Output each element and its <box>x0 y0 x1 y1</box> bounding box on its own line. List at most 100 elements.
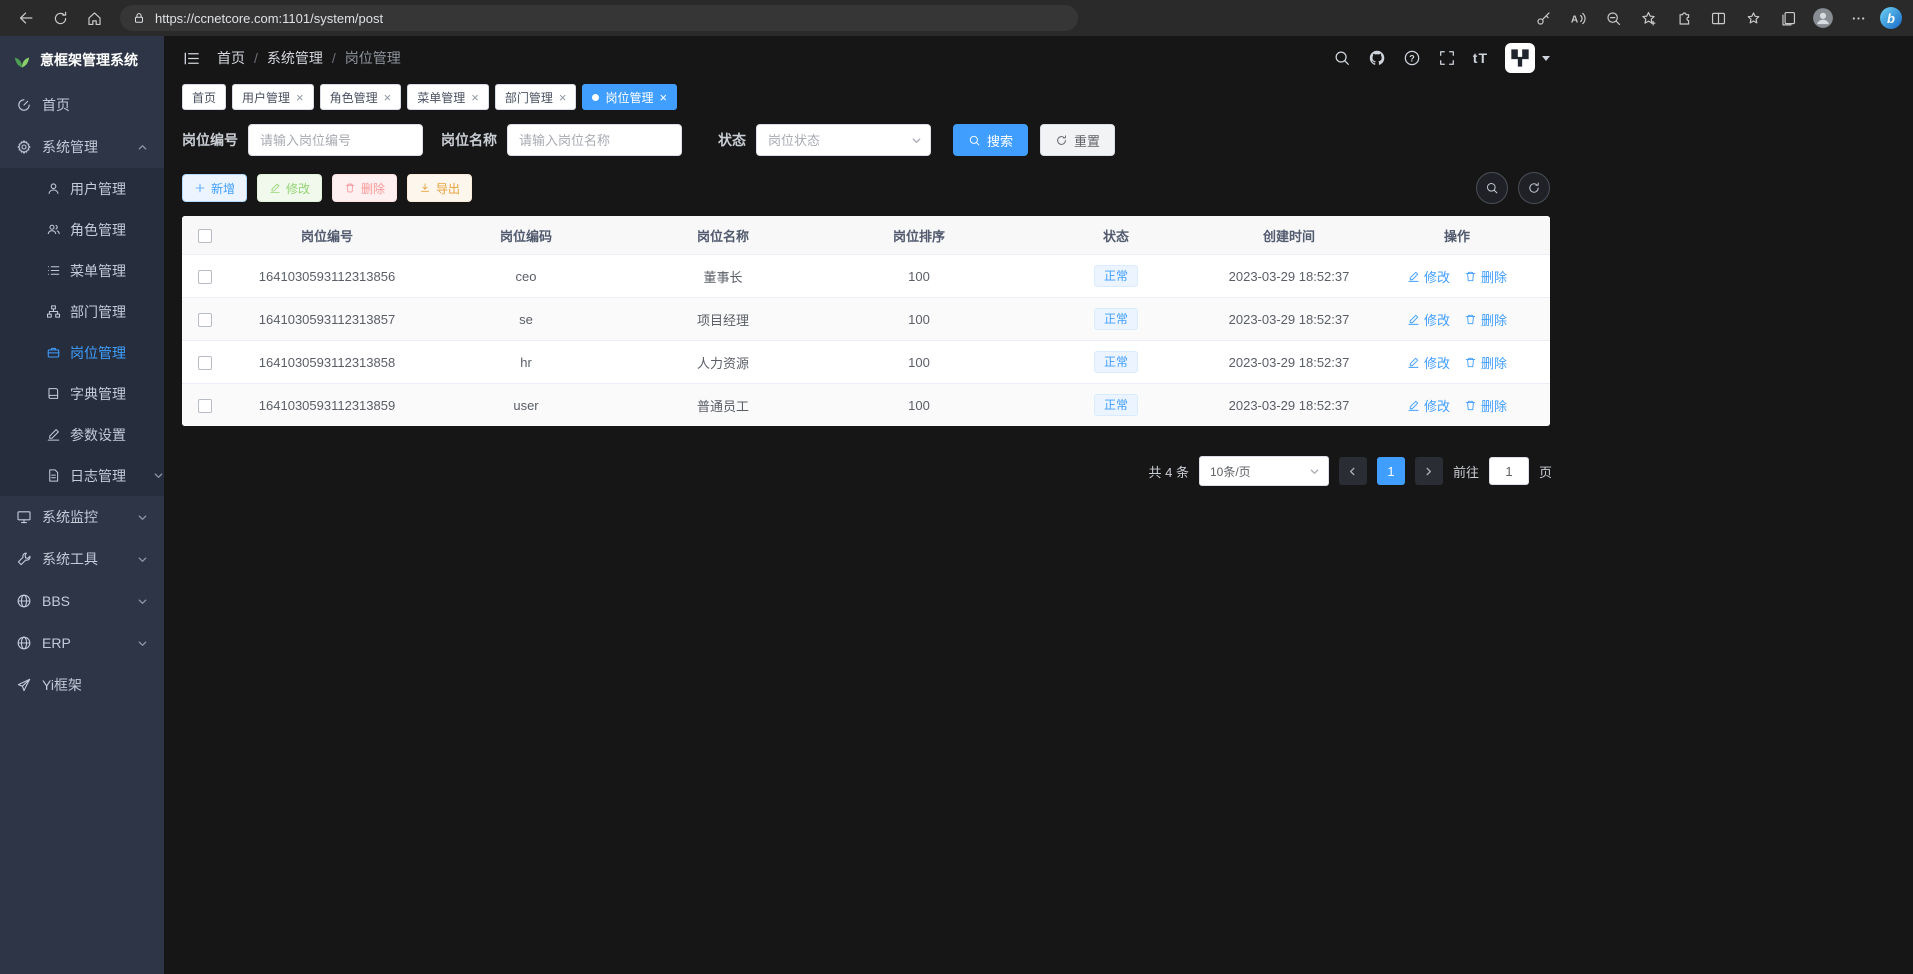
post-name-input[interactable] <box>507 124 682 156</box>
sidebar-item-monitor[interactable]: 系统监控 <box>0 496 164 538</box>
chevron-right-icon <box>1423 466 1434 477</box>
extensions-icon[interactable] <box>1669 4 1697 32</box>
read-aloud-icon[interactable]: A <box>1564 4 1592 32</box>
row-edit-link[interactable]: 修改 <box>1407 353 1450 372</box>
row-checkbox[interactable] <box>198 270 212 284</box>
sidebar-item-tools[interactable]: 系统工具 <box>0 538 164 580</box>
hamburger-icon <box>182 49 201 68</box>
tab-role-mgmt[interactable]: 角色管理× <box>320 84 402 110</box>
sidebar-item-post-mgmt[interactable]: 岗位管理 <box>0 332 164 373</box>
sidebar-item-home[interactable]: 首页 <box>0 84 164 126</box>
row-delete-link[interactable]: 删除 <box>1464 353 1507 372</box>
row-edit-link[interactable]: 修改 <box>1407 396 1450 415</box>
sidebar-item-menu-mgmt[interactable]: 菜单管理 <box>0 250 164 291</box>
browser-more-menu-icon[interactable] <box>1844 4 1872 32</box>
fullscreen-icon[interactable] <box>1438 49 1456 67</box>
tab-post-mgmt[interactable]: 岗位管理× <box>582 84 677 110</box>
row-delete-link[interactable]: 删除 <box>1464 310 1507 329</box>
close-icon[interactable]: × <box>659 91 667 104</box>
active-dot <box>592 94 599 101</box>
row-delete-link[interactable]: 删除 <box>1464 267 1507 286</box>
export-button[interactable]: 导出 <box>407 174 472 202</box>
close-icon[interactable]: × <box>559 91 567 104</box>
zoom-out-icon[interactable] <box>1599 4 1627 32</box>
tab-dept-mgmt[interactable]: 部门管理× <box>495 84 577 110</box>
refresh-table-button[interactable] <box>1518 172 1550 204</box>
row-edit-link[interactable]: 修改 <box>1407 267 1450 286</box>
site-info-lock-icon[interactable] <box>132 11 146 25</box>
sidebar-item-user-mgmt[interactable]: 用户管理 <box>0 168 164 209</box>
sidebar-item-role-mgmt[interactable]: 角色管理 <box>0 209 164 250</box>
row-checkbox[interactable] <box>198 313 212 327</box>
monitor-icon <box>16 509 32 525</box>
tab-home[interactable]: 首页 <box>182 84 226 110</box>
row-checkbox[interactable] <box>198 399 212 413</box>
row-delete-link[interactable]: 删除 <box>1464 396 1507 415</box>
page-size-select[interactable]: 10条/页 <box>1199 456 1329 486</box>
browser-refresh-button[interactable] <box>44 4 76 32</box>
edit-button[interactable]: 修改 <box>257 174 322 202</box>
sidebar-toggle-button[interactable] <box>182 49 201 68</box>
toggle-search-button[interactable] <box>1476 172 1508 204</box>
page-number-1[interactable]: 1 <box>1377 457 1405 485</box>
add-button[interactable]: 新增 <box>182 174 247 202</box>
header-search-icon[interactable] <box>1333 49 1351 67</box>
favorites-bar-icon[interactable] <box>1739 4 1767 32</box>
reset-button[interactable]: 重置 <box>1040 124 1115 156</box>
row-checkbox[interactable] <box>198 356 212 370</box>
chevron-down-icon <box>137 554 148 565</box>
copilot-bing-icon[interactable]: b <box>1879 6 1903 30</box>
pagination: 共 4 条 10条/页 1 前往 页 <box>164 456 1568 486</box>
system-submenu: 用户管理 角色管理 菜单管理 部门管理 岗位管理 <box>0 168 164 496</box>
edit-pen-icon <box>46 427 61 442</box>
chevron-down-icon <box>137 512 148 523</box>
search-button[interactable]: 搜索 <box>953 124 1028 156</box>
goto-page-input[interactable] <box>1489 457 1529 485</box>
chevron-up-icon <box>137 142 148 153</box>
help-question-icon[interactable]: ? <box>1403 49 1421 67</box>
password-key-icon[interactable] <box>1529 4 1557 32</box>
delete-button[interactable]: 删除 <box>332 174 397 202</box>
github-icon[interactable] <box>1368 49 1386 67</box>
post-code-input[interactable] <box>248 124 423 156</box>
search-icon <box>1485 181 1499 195</box>
next-page-button[interactable] <box>1415 457 1443 485</box>
sidebar-item-param-settings[interactable]: 参数设置 <box>0 414 164 455</box>
sidebar-logo[interactable]: 意框架管理系统 <box>0 36 164 84</box>
status-select[interactable] <box>756 124 931 156</box>
close-icon[interactable]: × <box>296 91 304 104</box>
prev-page-button[interactable] <box>1339 457 1367 485</box>
sidebar-item-system[interactable]: 系统管理 <box>0 126 164 168</box>
add-favorite-icon[interactable] <box>1634 4 1662 32</box>
sidebar-item-yi-framework[interactable]: Yi框架 <box>0 664 164 706</box>
address-bar[interactable]: https://ccnetcore.com:1101/system/post <box>120 5 1078 31</box>
breadcrumb-system[interactable]: 系统管理 <box>267 48 323 68</box>
sidebar-item-log-mgmt[interactable]: 日志管理 <box>0 455 164 496</box>
browser-back-button[interactable] <box>10 4 42 32</box>
delete-icon <box>1464 356 1477 369</box>
close-icon[interactable]: × <box>384 91 392 104</box>
sidebar-item-bbs[interactable]: BBS <box>0 580 164 622</box>
tab-menu-mgmt[interactable]: 菜单管理× <box>407 84 489 110</box>
user-menu[interactable] <box>1505 43 1550 73</box>
status-select-input[interactable] <box>756 124 931 156</box>
breadcrumb-home[interactable]: 首页 <box>217 48 245 68</box>
sidebar-item-dict-mgmt[interactable]: 字典管理 <box>0 373 164 414</box>
sidebar-item-dept-mgmt[interactable]: 部门管理 <box>0 291 164 332</box>
tab-user-mgmt[interactable]: 用户管理× <box>232 84 314 110</box>
sidebar-item-erp[interactable]: ERP <box>0 622 164 664</box>
browser-profile-avatar[interactable] <box>1809 4 1837 32</box>
font-size-toggle[interactable]: tT <box>1473 50 1488 66</box>
select-all-checkbox[interactable] <box>198 229 212 243</box>
collections-icon[interactable] <box>1774 4 1802 32</box>
svg-text:A: A <box>1570 14 1578 25</box>
edit-icon <box>1407 270 1420 283</box>
edit-icon <box>1407 399 1420 412</box>
table-toolbar: 新增 修改 删除 导出 <box>164 172 1568 204</box>
close-icon[interactable]: × <box>471 91 479 104</box>
browser-home-button[interactable] <box>78 4 110 32</box>
split-screen-icon[interactable] <box>1704 4 1732 32</box>
row-edit-link[interactable]: 修改 <box>1407 310 1450 329</box>
table-header-row: 岗位编号 岗位编码 岗位名称 岗位排序 状态 创建时间 操作 <box>182 216 1550 255</box>
post-name-label: 岗位名称 <box>441 130 497 150</box>
